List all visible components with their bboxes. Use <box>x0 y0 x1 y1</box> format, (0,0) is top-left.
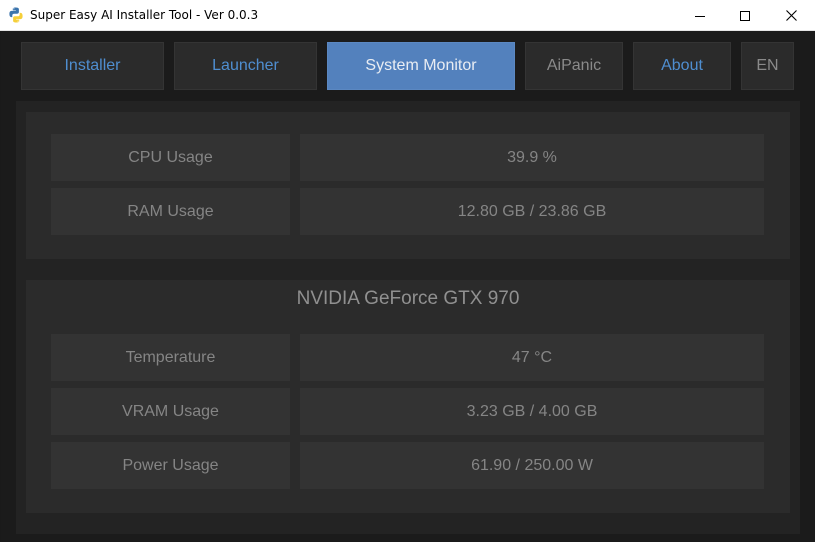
maximize-button[interactable] <box>722 0 768 31</box>
minimize-icon <box>695 15 705 17</box>
tab-installer[interactable]: Installer <box>21 42 164 90</box>
close-button[interactable] <box>768 0 814 31</box>
vram-usage-value: 3.23 GB / 4.00 GB <box>300 388 764 435</box>
system-monitor-content: CPU Usage 39.9 % RAM Usage 12.80 GB / 23… <box>16 101 800 534</box>
title-bar[interactable]: Super Easy AI Installer Tool - Ver 0.0.3 <box>0 0 815 31</box>
tab-aipanic[interactable]: AiPanic <box>525 42 623 90</box>
close-icon <box>785 10 797 21</box>
ram-usage-label: RAM Usage <box>51 188 290 235</box>
tab-about[interactable]: About <box>633 42 731 90</box>
power-usage-value: 61.90 / 250.00 W <box>300 442 764 489</box>
gpu-panel: NVIDIA GeForce GTX 970 Temperature 47 °C… <box>26 280 790 513</box>
language-button[interactable]: EN <box>741 42 794 90</box>
tab-system-monitor[interactable]: System Monitor <box>327 42 515 90</box>
temperature-value: 47 °C <box>300 334 764 381</box>
vram-usage-label: VRAM Usage <box>51 388 290 435</box>
gpu-name: NVIDIA GeForce GTX 970 <box>296 288 520 309</box>
python-app-icon <box>9 7 23 23</box>
cpu-usage-label: CPU Usage <box>51 134 290 181</box>
tab-launcher[interactable]: Launcher <box>174 42 317 90</box>
window-title: Super Easy AI Installer Tool - Ver 0.0.3 <box>30 8 259 22</box>
temperature-label: Temperature <box>51 334 290 381</box>
maximize-icon <box>740 10 750 21</box>
ram-usage-value: 12.80 GB / 23.86 GB <box>300 188 764 235</box>
minimize-button[interactable] <box>677 0 723 31</box>
system-usage-panel: CPU Usage 39.9 % RAM Usage 12.80 GB / 23… <box>26 112 790 259</box>
app-body: Installer Launcher System Monitor AiPani… <box>1 31 814 541</box>
power-usage-label: Power Usage <box>51 442 290 489</box>
cpu-usage-value: 39.9 % <box>300 134 764 181</box>
